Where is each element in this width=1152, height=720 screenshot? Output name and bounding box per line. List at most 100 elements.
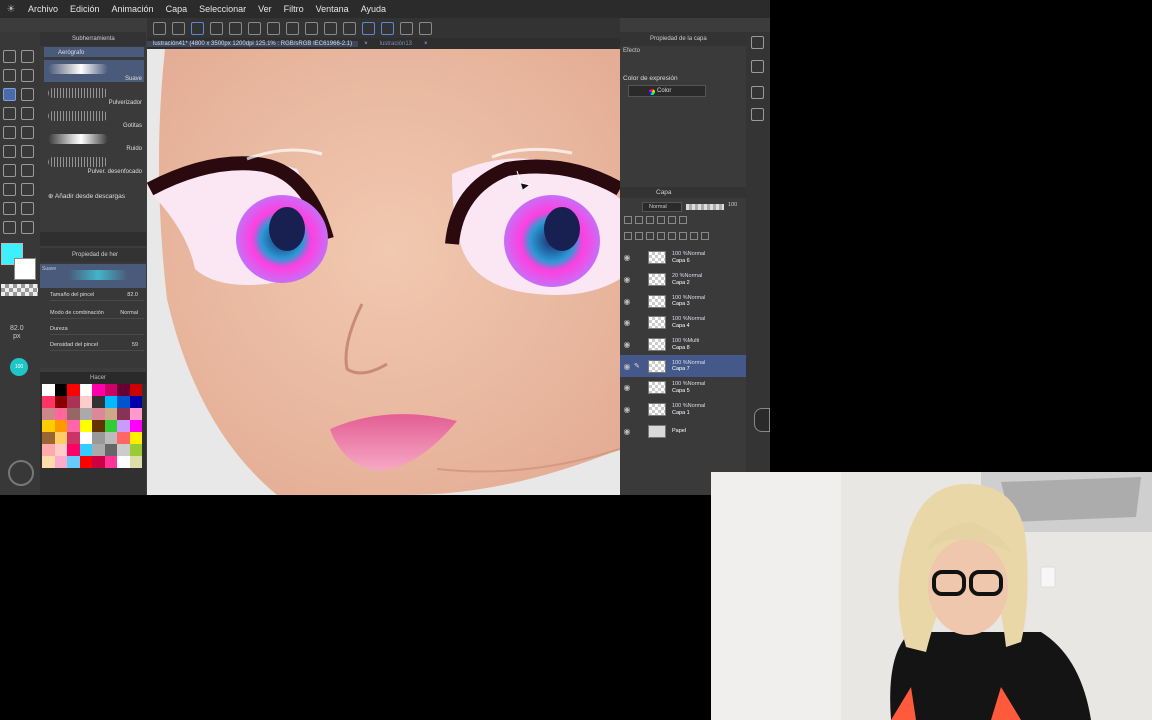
- materials-icon[interactable]: [751, 86, 764, 99]
- gradient-tool-icon[interactable]: [21, 145, 34, 158]
- color-swatch[interactable]: [104, 456, 117, 468]
- layer-row[interactable]: ◉ 100 %Multi Capa 8: [620, 334, 746, 356]
- color-swatch[interactable]: [92, 432, 105, 444]
- layer-mask-icon[interactable]: [679, 232, 687, 240]
- brush-aerografo[interactable]: Aerógrafo: [44, 47, 144, 57]
- color-swatch[interactable]: [42, 432, 55, 444]
- layer-row[interactable]: ◉ 100 %Normal Capa 5: [620, 377, 746, 399]
- color-swatch[interactable]: [67, 420, 80, 432]
- color-swatch[interactable]: [129, 432, 142, 444]
- layers-panel-icon[interactable]: [751, 108, 764, 121]
- reference-icon[interactable]: [635, 216, 643, 224]
- menu-seleccionar[interactable]: Seleccionar: [193, 4, 252, 14]
- device-icon[interactable]: [419, 21, 432, 35]
- brush-size-row[interactable]: Tamaño del pincel 82.0: [50, 292, 144, 301]
- color-swatch[interactable]: [42, 384, 55, 396]
- pen-tool-icon[interactable]: [3, 50, 16, 63]
- eye-icon[interactable]: ◉: [620, 427, 634, 436]
- color-swatch[interactable]: [104, 396, 117, 408]
- color-swatch[interactable]: [42, 408, 55, 420]
- transfer-down-icon[interactable]: [657, 232, 665, 240]
- layer-row[interactable]: ◉ 100 %Normal Capa 1: [620, 399, 746, 421]
- color-swatch[interactable]: [79, 456, 92, 468]
- color-swatch[interactable]: [67, 432, 80, 444]
- brush-density-row[interactable]: Densidad del pincel 59: [50, 342, 144, 351]
- undo-icon[interactable]: [267, 21, 280, 35]
- eye-icon[interactable]: ◉: [620, 362, 634, 371]
- color-swatch[interactable]: [104, 432, 117, 444]
- drawing-canvas[interactable]: [147, 49, 620, 495]
- sub-color-swatch[interactable]: [14, 258, 36, 280]
- correct-line-tool-icon[interactable]: [3, 202, 16, 215]
- tool-preset-preview[interactable]: Suave: [40, 264, 146, 288]
- save-icon[interactable]: [248, 21, 261, 35]
- color-swatch[interactable]: [54, 408, 67, 420]
- merge-icon[interactable]: [668, 232, 676, 240]
- brush-pulverizador[interactable]: Pulverizador: [44, 84, 144, 106]
- add-from-downloads[interactable]: ⊕ Añadir desde descargas: [48, 192, 125, 200]
- menu-edicion[interactable]: Edición: [64, 4, 106, 14]
- color-swatch[interactable]: [67, 456, 80, 468]
- color-swatch[interactable]: [79, 396, 92, 408]
- doc-tab-inactive[interactable]: lustración13: [374, 41, 418, 47]
- color-swatch[interactable]: [117, 396, 130, 408]
- expression-color-select[interactable]: Color: [628, 85, 706, 97]
- lock-alpha-icon[interactable]: [657, 216, 665, 224]
- new-folder-icon[interactable]: [646, 232, 654, 240]
- color-swatch[interactable]: [79, 444, 92, 456]
- ruler-icon[interactable]: [679, 216, 687, 224]
- clip-icon[interactable]: [624, 216, 632, 224]
- layer-row[interactable]: ◉ 100 %Normal Capa 3: [620, 290, 746, 312]
- hardness-row[interactable]: Dureza: [50, 326, 144, 335]
- layer-row-paper[interactable]: ◉ Papel: [620, 421, 746, 443]
- brush-tool-icon[interactable]: [3, 69, 16, 82]
- ruler-snap-icon[interactable]: [381, 21, 394, 35]
- color-swatch[interactable]: [117, 456, 130, 468]
- color-swatch[interactable]: [129, 396, 142, 408]
- mask-icon[interactable]: [668, 216, 676, 224]
- color-swatch[interactable]: [117, 432, 130, 444]
- doc-tab-active[interactable]: lustración41* (4800 x 3500px 1200dpi 125…: [147, 40, 359, 47]
- brush-gotitas[interactable]: Gotitas: [44, 107, 144, 129]
- color-swatch[interactable]: [129, 444, 142, 456]
- color-swatch[interactable]: [117, 444, 130, 456]
- color-swatch[interactable]: [117, 384, 130, 396]
- opacity-slider[interactable]: [686, 204, 724, 210]
- color-swatch[interactable]: [129, 384, 142, 396]
- snap-icon[interactable]: [362, 21, 375, 35]
- lasso-tool-icon[interactable]: [3, 126, 16, 139]
- redo-icon[interactable]: [286, 21, 299, 35]
- color-swatch[interactable]: [129, 408, 142, 420]
- color-swatch[interactable]: [67, 384, 80, 396]
- brush-suave[interactable]: Suave: [44, 60, 144, 82]
- brush-size-dot[interactable]: 100: [10, 358, 28, 376]
- balloon-tool-icon[interactable]: [21, 183, 34, 196]
- navigator-icon[interactable]: [8, 460, 34, 486]
- menu-filtro[interactable]: Filtro: [278, 4, 310, 14]
- open-file-icon[interactable]: [229, 21, 242, 35]
- eye-icon[interactable]: ◉: [620, 405, 634, 414]
- new-vector-layer-icon[interactable]: [635, 232, 643, 240]
- hand-tool-icon[interactable]: [3, 221, 16, 234]
- color-swatch[interactable]: [129, 456, 142, 468]
- text-tool-icon[interactable]: [3, 183, 16, 196]
- eye-icon[interactable]: ◉: [620, 383, 634, 392]
- app-logo-icon[interactable]: ☀: [0, 4, 22, 15]
- loading-icon[interactable]: [305, 21, 318, 35]
- transparent-color-swatch[interactable]: [1, 284, 38, 296]
- new-file-icon[interactable]: [210, 21, 223, 35]
- new-raster-layer-icon[interactable]: [624, 232, 632, 240]
- transform-icon[interactable]: [343, 21, 356, 35]
- color-swatch[interactable]: [129, 420, 142, 432]
- wand-tool-icon[interactable]: [21, 126, 34, 139]
- color-swatch[interactable]: [42, 456, 55, 468]
- grid-snap-icon[interactable]: [400, 21, 413, 35]
- eyedropper-tool-icon[interactable]: [3, 164, 16, 177]
- brush-mode-icon[interactable]: [191, 21, 204, 35]
- color-swatch[interactable]: [104, 384, 117, 396]
- color-swatch[interactable]: [79, 420, 92, 432]
- navigator-panel-icon[interactable]: [751, 60, 764, 73]
- brush-ruido[interactable]: Ruido: [44, 130, 144, 152]
- eraser-tool-icon[interactable]: [21, 69, 34, 82]
- layer-row-selected[interactable]: ◉ ✎ 100 %Normal Capa 7: [620, 355, 746, 378]
